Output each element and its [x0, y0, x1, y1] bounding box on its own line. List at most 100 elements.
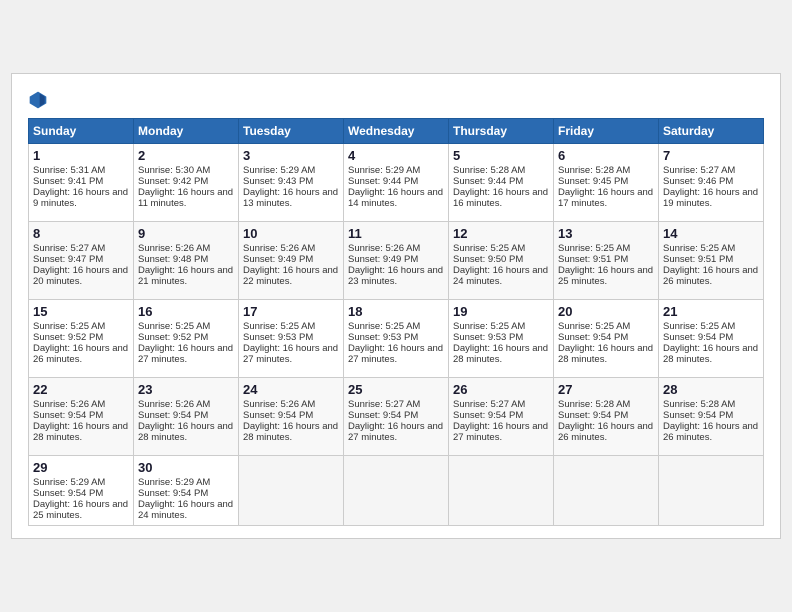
day-number: 21: [663, 304, 759, 319]
daylight-label: Daylight: 16 hours and 28 minutes.: [33, 421, 128, 443]
day-number: 22: [33, 382, 129, 397]
day-cell-4: 4 Sunrise: 5:29 AM Sunset: 9:44 PM Dayli…: [344, 144, 449, 222]
day-number: 14: [663, 226, 759, 241]
sunset-label: Sunset: 9:51 PM: [558, 254, 628, 265]
day-number: 15: [33, 304, 129, 319]
sunset-label: Sunset: 9:43 PM: [243, 176, 313, 187]
daylight-label: Daylight: 16 hours and 21 minutes.: [138, 265, 233, 287]
daylight-label: Daylight: 16 hours and 27 minutes.: [138, 343, 233, 365]
sunrise-label: Sunrise: 5:25 AM: [558, 243, 630, 254]
sunrise-label: Sunrise: 5:27 AM: [348, 399, 420, 410]
sunset-label: Sunset: 9:53 PM: [453, 332, 523, 343]
sunrise-label: Sunrise: 5:26 AM: [33, 399, 105, 410]
day-cell-25: 25 Sunrise: 5:27 AM Sunset: 9:54 PM Dayl…: [344, 378, 449, 456]
day-number: 4: [348, 148, 444, 163]
sunset-label: Sunset: 9:54 PM: [33, 410, 103, 421]
daylight-label: Daylight: 16 hours and 24 minutes.: [138, 499, 233, 521]
sunset-label: Sunset: 9:54 PM: [138, 410, 208, 421]
logo: [28, 90, 52, 110]
sunset-label: Sunset: 9:54 PM: [453, 410, 523, 421]
sunrise-label: Sunrise: 5:29 AM: [138, 477, 210, 488]
sunrise-label: Sunrise: 5:27 AM: [33, 243, 105, 254]
week-1: 1 Sunrise: 5:31 AM Sunset: 9:41 PM Dayli…: [29, 144, 764, 222]
day-cell-2: 2 Sunrise: 5:30 AM Sunset: 9:42 PM Dayli…: [134, 144, 239, 222]
day-number: 18: [348, 304, 444, 319]
day-cell-29: 29 Sunrise: 5:29 AM Sunset: 9:54 PM Dayl…: [29, 456, 134, 526]
col-thursday: Thursday: [449, 119, 554, 144]
daylight-label: Daylight: 16 hours and 16 minutes.: [453, 187, 548, 209]
day-number: 10: [243, 226, 339, 241]
week-3: 15 Sunrise: 5:25 AM Sunset: 9:52 PM Dayl…: [29, 300, 764, 378]
sunset-label: Sunset: 9:53 PM: [348, 332, 418, 343]
day-cell-19: 19 Sunrise: 5:25 AM Sunset: 9:53 PM Dayl…: [449, 300, 554, 378]
sunrise-label: Sunrise: 5:25 AM: [558, 321, 630, 332]
day-cell-10: 10 Sunrise: 5:26 AM Sunset: 9:49 PM Dayl…: [239, 222, 344, 300]
sunset-label: Sunset: 9:44 PM: [453, 176, 523, 187]
day-cell-21: 21 Sunrise: 5:25 AM Sunset: 9:54 PM Dayl…: [659, 300, 764, 378]
day-number: 24: [243, 382, 339, 397]
day-number: 28: [663, 382, 759, 397]
daylight-label: Daylight: 16 hours and 27 minutes.: [453, 421, 548, 443]
sunset-label: Sunset: 9:47 PM: [33, 254, 103, 265]
day-number: 30: [138, 460, 234, 475]
sunrise-label: Sunrise: 5:30 AM: [138, 165, 210, 176]
col-friday: Friday: [554, 119, 659, 144]
week-4: 22 Sunrise: 5:26 AM Sunset: 9:54 PM Dayl…: [29, 378, 764, 456]
sunrise-label: Sunrise: 5:26 AM: [243, 243, 315, 254]
empty-cell: [344, 456, 449, 526]
sunrise-label: Sunrise: 5:25 AM: [243, 321, 315, 332]
day-cell-9: 9 Sunrise: 5:26 AM Sunset: 9:48 PM Dayli…: [134, 222, 239, 300]
week-2: 8 Sunrise: 5:27 AM Sunset: 9:47 PM Dayli…: [29, 222, 764, 300]
col-tuesday: Tuesday: [239, 119, 344, 144]
day-cell-18: 18 Sunrise: 5:25 AM Sunset: 9:53 PM Dayl…: [344, 300, 449, 378]
day-cell-24: 24 Sunrise: 5:26 AM Sunset: 9:54 PM Dayl…: [239, 378, 344, 456]
daylight-label: Daylight: 16 hours and 27 minutes.: [243, 343, 338, 365]
sunset-label: Sunset: 9:54 PM: [138, 488, 208, 499]
day-number: 23: [138, 382, 234, 397]
day-cell-1: 1 Sunrise: 5:31 AM Sunset: 9:41 PM Dayli…: [29, 144, 134, 222]
daylight-label: Daylight: 16 hours and 26 minutes.: [663, 265, 758, 287]
day-cell-17: 17 Sunrise: 5:25 AM Sunset: 9:53 PM Dayl…: [239, 300, 344, 378]
sunset-label: Sunset: 9:54 PM: [663, 410, 733, 421]
empty-cell: [239, 456, 344, 526]
col-sunday: Sunday: [29, 119, 134, 144]
sunrise-label: Sunrise: 5:25 AM: [453, 321, 525, 332]
sunrise-label: Sunrise: 5:25 AM: [663, 321, 735, 332]
daylight-label: Daylight: 16 hours and 25 minutes.: [33, 499, 128, 521]
daylight-label: Daylight: 16 hours and 28 minutes.: [453, 343, 548, 365]
day-cell-14: 14 Sunrise: 5:25 AM Sunset: 9:51 PM Dayl…: [659, 222, 764, 300]
day-number: 17: [243, 304, 339, 319]
daylight-label: Daylight: 16 hours and 11 minutes.: [138, 187, 233, 209]
day-cell-20: 20 Sunrise: 5:25 AM Sunset: 9:54 PM Dayl…: [554, 300, 659, 378]
header-row-days: Sunday Monday Tuesday Wednesday Thursday…: [29, 119, 764, 144]
sunset-label: Sunset: 9:54 PM: [243, 410, 313, 421]
daylight-label: Daylight: 16 hours and 26 minutes.: [33, 343, 128, 365]
day-number: 6: [558, 148, 654, 163]
sunset-label: Sunset: 9:53 PM: [243, 332, 313, 343]
day-cell-13: 13 Sunrise: 5:25 AM Sunset: 9:51 PM Dayl…: [554, 222, 659, 300]
daylight-label: Daylight: 16 hours and 24 minutes.: [453, 265, 548, 287]
sunrise-label: Sunrise: 5:31 AM: [33, 165, 105, 176]
sunset-label: Sunset: 9:54 PM: [348, 410, 418, 421]
sunrise-label: Sunrise: 5:27 AM: [453, 399, 525, 410]
sunset-label: Sunset: 9:52 PM: [138, 332, 208, 343]
daylight-label: Daylight: 16 hours and 14 minutes.: [348, 187, 443, 209]
sunset-label: Sunset: 9:45 PM: [558, 176, 628, 187]
day-cell-11: 11 Sunrise: 5:26 AM Sunset: 9:49 PM Dayl…: [344, 222, 449, 300]
day-number: 3: [243, 148, 339, 163]
daylight-label: Daylight: 16 hours and 28 minutes.: [138, 421, 233, 443]
day-number: 16: [138, 304, 234, 319]
sunset-label: Sunset: 9:51 PM: [663, 254, 733, 265]
day-number: 9: [138, 226, 234, 241]
sunset-label: Sunset: 9:49 PM: [243, 254, 313, 265]
sunset-label: Sunset: 9:54 PM: [33, 488, 103, 499]
day-cell-15: 15 Sunrise: 5:25 AM Sunset: 9:52 PM Dayl…: [29, 300, 134, 378]
day-cell-7: 7 Sunrise: 5:27 AM Sunset: 9:46 PM Dayli…: [659, 144, 764, 222]
sunrise-label: Sunrise: 5:25 AM: [663, 243, 735, 254]
day-number: 1: [33, 148, 129, 163]
day-cell-16: 16 Sunrise: 5:25 AM Sunset: 9:52 PM Dayl…: [134, 300, 239, 378]
col-wednesday: Wednesday: [344, 119, 449, 144]
sunrise-label: Sunrise: 5:26 AM: [348, 243, 420, 254]
daylight-label: Daylight: 16 hours and 22 minutes.: [243, 265, 338, 287]
sunset-label: Sunset: 9:48 PM: [138, 254, 208, 265]
